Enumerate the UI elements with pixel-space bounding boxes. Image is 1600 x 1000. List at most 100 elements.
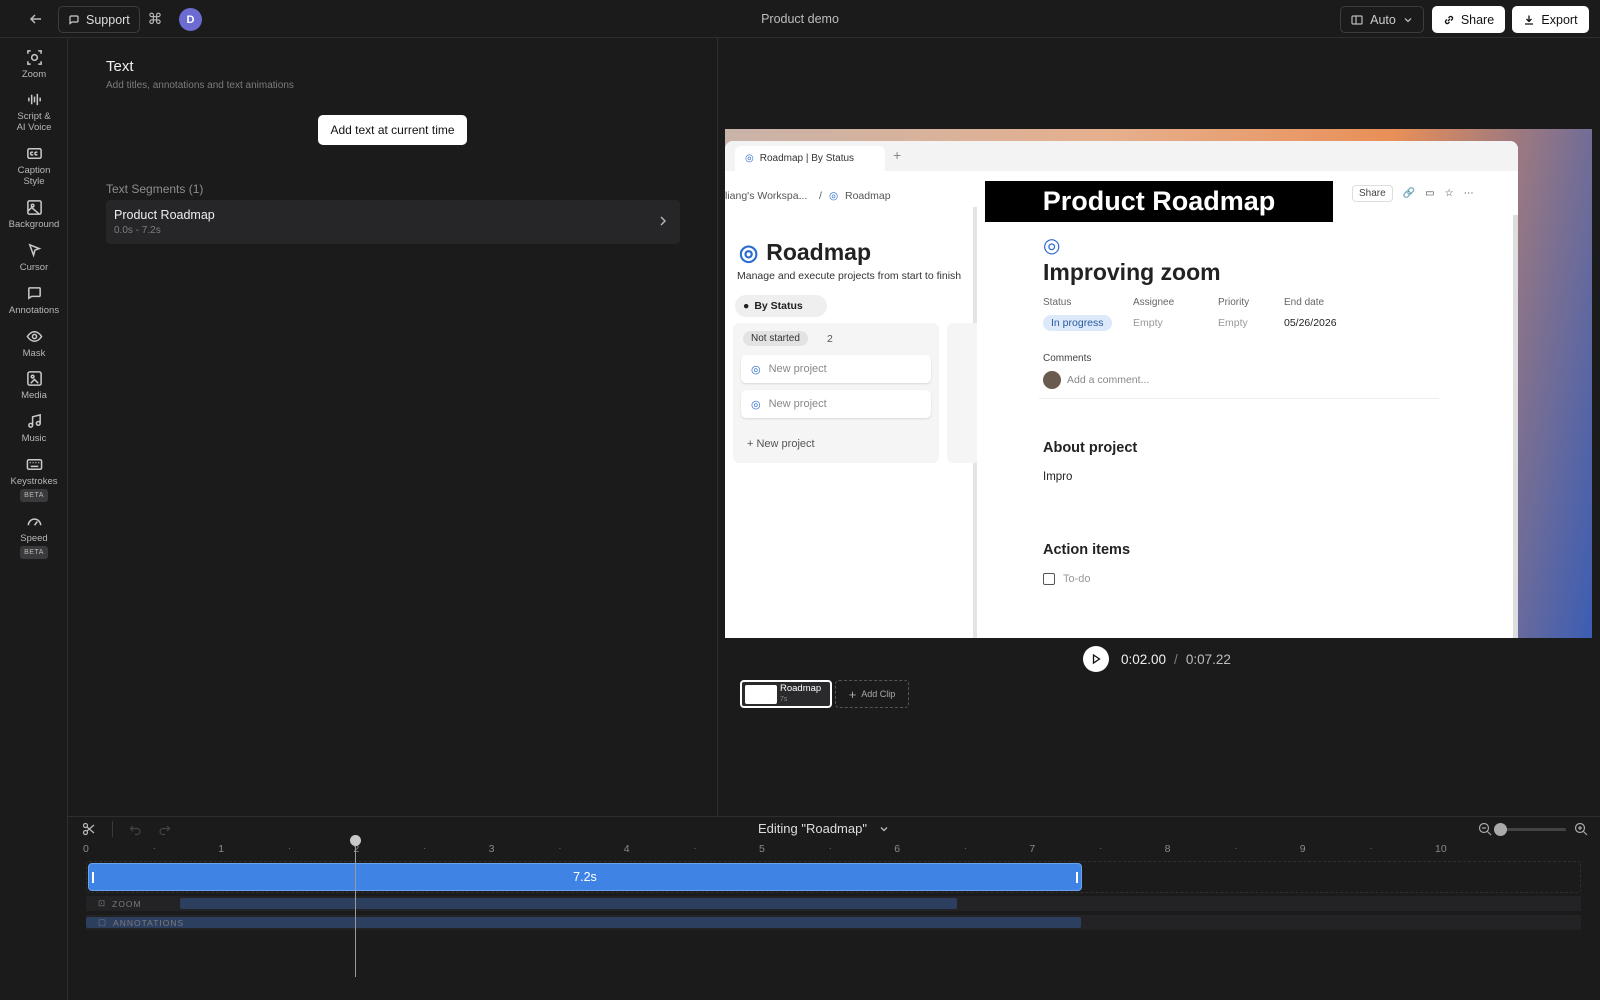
rail-item-media[interactable]: Media bbox=[0, 369, 68, 401]
todo-label: To-do bbox=[1063, 573, 1091, 585]
link-icon: 🔗 bbox=[1402, 188, 1416, 199]
rail-item-background[interactable]: Background bbox=[0, 198, 68, 230]
export-button[interactable]: Export bbox=[1512, 6, 1589, 33]
share-label: Share bbox=[1460, 12, 1495, 27]
avatar[interactable]: D bbox=[179, 8, 202, 31]
text-segment-item[interactable]: Product Roadmap 0.0s - 7.2s bbox=[106, 200, 680, 244]
project-card: ◎ New project bbox=[741, 390, 931, 418]
ruler-minor-tick: · bbox=[1369, 843, 1373, 854]
add-text-button[interactable]: Add text at current time bbox=[318, 115, 467, 145]
page-actions: Share 🔗 ▭ ☆ ⋯ bbox=[1352, 185, 1474, 202]
crumb-page: Roadmap bbox=[845, 190, 891, 202]
editing-clip-selector[interactable]: Editing "Roadmap" bbox=[758, 821, 889, 836]
segment-name: Product Roadmap bbox=[114, 208, 215, 222]
zoom-track[interactable]: ⊡ ZOOM bbox=[86, 896, 1581, 911]
trim-handle-left[interactable] bbox=[92, 872, 94, 883]
rail-item-speed[interactable]: Speed BETA bbox=[0, 512, 68, 559]
playhead-line[interactable] bbox=[355, 837, 356, 977]
rail-label: Zoom bbox=[21, 69, 47, 80]
ruler-minor-tick: · bbox=[963, 843, 968, 854]
eye-icon bbox=[25, 327, 43, 345]
media-icon bbox=[25, 369, 43, 387]
trim-handle-right[interactable] bbox=[1076, 872, 1078, 883]
add-clip-label: Add Clip bbox=[861, 689, 896, 699]
zoom-track-header: ⊡ ZOOM bbox=[98, 898, 142, 909]
card-label: New project bbox=[768, 363, 827, 375]
comments-label: Comments bbox=[1043, 353, 1092, 364]
roadmap-heading: ◎ Roadmap bbox=[739, 239, 871, 266]
aspect-dropdown[interactable]: Auto bbox=[1340, 6, 1424, 33]
todo-item: To-do bbox=[1043, 573, 1091, 585]
add-comment: Add a comment... bbox=[1043, 371, 1149, 389]
rail-label-2: AI Voice bbox=[16, 122, 52, 133]
divider bbox=[1039, 398, 1439, 399]
video-preview[interactable]: ◎ Roadmap | By Status + liang's Workspa.… bbox=[725, 129, 1592, 638]
status-badge: In progress bbox=[1043, 315, 1112, 331]
commenter-avatar bbox=[1043, 371, 1061, 389]
annotations-track[interactable]: ▢ ANNOTATIONS bbox=[86, 915, 1581, 930]
roadmap-pane: ◎ Roadmap Manage and execute projects fr… bbox=[725, 207, 977, 638]
priority-prop: Priority bbox=[1218, 297, 1250, 308]
rail-label: Caption bbox=[17, 165, 51, 176]
layout-icon bbox=[1351, 14, 1363, 25]
rail-item-cursor[interactable]: Cursor bbox=[0, 241, 68, 273]
back-button[interactable] bbox=[24, 9, 48, 29]
playhead-handle[interactable] bbox=[350, 835, 361, 846]
rail-item-music[interactable]: Music bbox=[0, 412, 68, 444]
rail-item-script[interactable]: Script & AI Voice bbox=[0, 90, 68, 133]
arrow-left-icon bbox=[29, 14, 41, 24]
waveform-icon bbox=[25, 90, 43, 108]
zoom-out-icon[interactable] bbox=[1478, 822, 1492, 836]
target-icon: ◎ bbox=[751, 398, 761, 411]
zoom-in-icon[interactable] bbox=[1574, 822, 1588, 836]
zoom-slider[interactable] bbox=[1494, 822, 1566, 836]
tab-label: Roadmap | By Status bbox=[759, 153, 855, 164]
scissors-icon[interactable] bbox=[82, 822, 96, 836]
rail-item-mask[interactable]: Mask bbox=[0, 327, 68, 359]
rail-item-keystrokes[interactable]: Keystrokes BETA bbox=[0, 455, 68, 502]
board-column: Not started 2 ◎ New project ◎ New projec… bbox=[733, 323, 939, 463]
view-selector: ● By Status bbox=[735, 295, 827, 317]
rail-label-2: Style bbox=[23, 176, 45, 187]
target-icon: ◎ bbox=[1043, 235, 1061, 257]
ruler-tick-label: 9 bbox=[1299, 843, 1306, 855]
link-icon bbox=[1444, 15, 1453, 24]
about-heading: About project bbox=[1043, 440, 1138, 456]
new-project-label: New project bbox=[756, 438, 815, 450]
clip-thumbnail[interactable]: Roadmap 7s bbox=[740, 680, 832, 708]
undo-icon[interactable] bbox=[129, 823, 142, 836]
rail-item-annotations[interactable]: Annotations bbox=[0, 284, 68, 316]
clip-track[interactable]: 7.2s bbox=[88, 863, 1082, 891]
redo-icon[interactable] bbox=[158, 823, 171, 836]
assignee-value: Empty bbox=[1133, 317, 1163, 329]
command-icon[interactable]: ⌘ bbox=[144, 8, 166, 30]
ruler-tick-label: 7 bbox=[1029, 843, 1036, 855]
speed-icon bbox=[25, 512, 43, 530]
checkbox bbox=[1043, 573, 1055, 585]
zoom-slider-knob[interactable] bbox=[1494, 822, 1507, 836]
browser-tab: ◎ Roadmap | By Status bbox=[735, 146, 885, 171]
new-project-row: + New project bbox=[747, 438, 815, 450]
assignee-prop: Assignee bbox=[1133, 297, 1175, 308]
annotations-track-label: ANNOTATIONS bbox=[113, 917, 185, 928]
plus-icon: + bbox=[893, 147, 902, 163]
ruler-minor-tick: · bbox=[693, 843, 697, 854]
zoom-icon: ⊡ bbox=[98, 898, 107, 908]
zoom-segment[interactable] bbox=[180, 898, 957, 909]
ruler-minor-tick: · bbox=[828, 843, 832, 854]
more-icon: ⋯ bbox=[1463, 188, 1474, 199]
time-ruler[interactable]: 0 · 1 · 2 · 3 · 4 · 5 · 6 · 7 · 8 · 9 · 10 bbox=[83, 843, 1546, 857]
rail-item-zoom[interactable]: Zoom bbox=[0, 48, 68, 80]
support-button[interactable]: Support bbox=[58, 6, 140, 33]
ruler-minor-tick: · bbox=[1234, 843, 1238, 854]
annotation-segment[interactable] bbox=[86, 917, 1081, 928]
share-button[interactable]: Share bbox=[1432, 6, 1505, 33]
add-clip-button[interactable]: + Add Clip bbox=[835, 680, 909, 708]
rail-item-caption[interactable]: Caption Style bbox=[0, 144, 68, 187]
play-button[interactable] bbox=[1083, 646, 1109, 672]
ruler-tick-label: 5 bbox=[759, 843, 765, 855]
caption-icon bbox=[25, 144, 43, 162]
project-title: Product demo bbox=[761, 12, 839, 26]
view-label: By Status bbox=[754, 300, 803, 312]
rail-label: Speed bbox=[20, 533, 48, 544]
